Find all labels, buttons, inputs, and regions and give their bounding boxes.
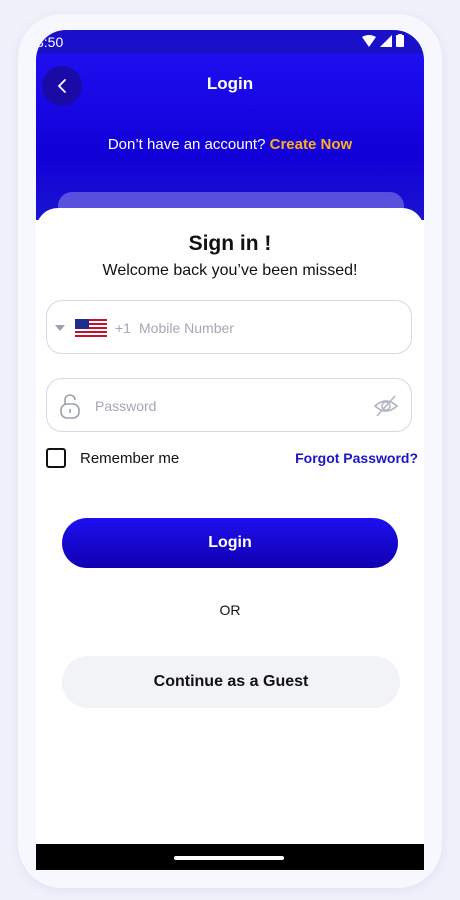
- remember-me-checkbox[interactable]: [46, 448, 66, 468]
- password-placeholder: Password: [95, 398, 157, 414]
- app-screen: 3:50 Login Don’t have an account? Create…: [36, 30, 424, 870]
- signin-card: Sign in ! Welcome back you’ve been misse…: [36, 208, 424, 870]
- battery-icon: [396, 34, 404, 47]
- remember-me[interactable]: Remember me: [46, 448, 179, 468]
- login-button[interactable]: Login: [62, 518, 398, 568]
- us-flag-icon: [75, 319, 107, 337]
- status-time: 3:50: [36, 34, 64, 50]
- no-account-text: Don’t have an account?: [107, 136, 266, 153]
- password-field[interactable]: Password: [46, 378, 412, 432]
- eye-off-icon[interactable]: [373, 393, 399, 419]
- status-bar: 3:50: [36, 30, 424, 54]
- or-divider: OR: [219, 602, 241, 618]
- signin-heading: Sign in !: [188, 232, 272, 255]
- forgot-password-link[interactable]: Forgot Password?: [295, 450, 418, 466]
- login-header: Login Don’t have an account? Create Now: [36, 54, 424, 232]
- navigation-bar: [36, 844, 424, 870]
- page-title: Login: [206, 74, 254, 93]
- continue-as-guest-button[interactable]: Continue as a Guest: [62, 656, 400, 708]
- country-dropdown-icon[interactable]: [55, 325, 65, 331]
- mobile-number-field[interactable]: +1 Mobile Number: [46, 300, 412, 354]
- status-icons: [362, 34, 404, 47]
- home-indicator[interactable]: [174, 856, 284, 860]
- country-code: +1: [115, 320, 131, 336]
- welcome-text: Welcome back you’ve been missed!: [102, 262, 358, 279]
- signal-icon: [380, 34, 392, 47]
- lock-icon: [60, 394, 80, 419]
- remember-me-label: Remember me: [80, 449, 180, 467]
- wifi-icon: [362, 34, 376, 47]
- create-now-link[interactable]: Create Now: [270, 136, 353, 153]
- create-account-prompt: Don’t have an account? Create Now: [36, 136, 424, 153]
- mobile-number-placeholder: Mobile Number: [139, 320, 234, 336]
